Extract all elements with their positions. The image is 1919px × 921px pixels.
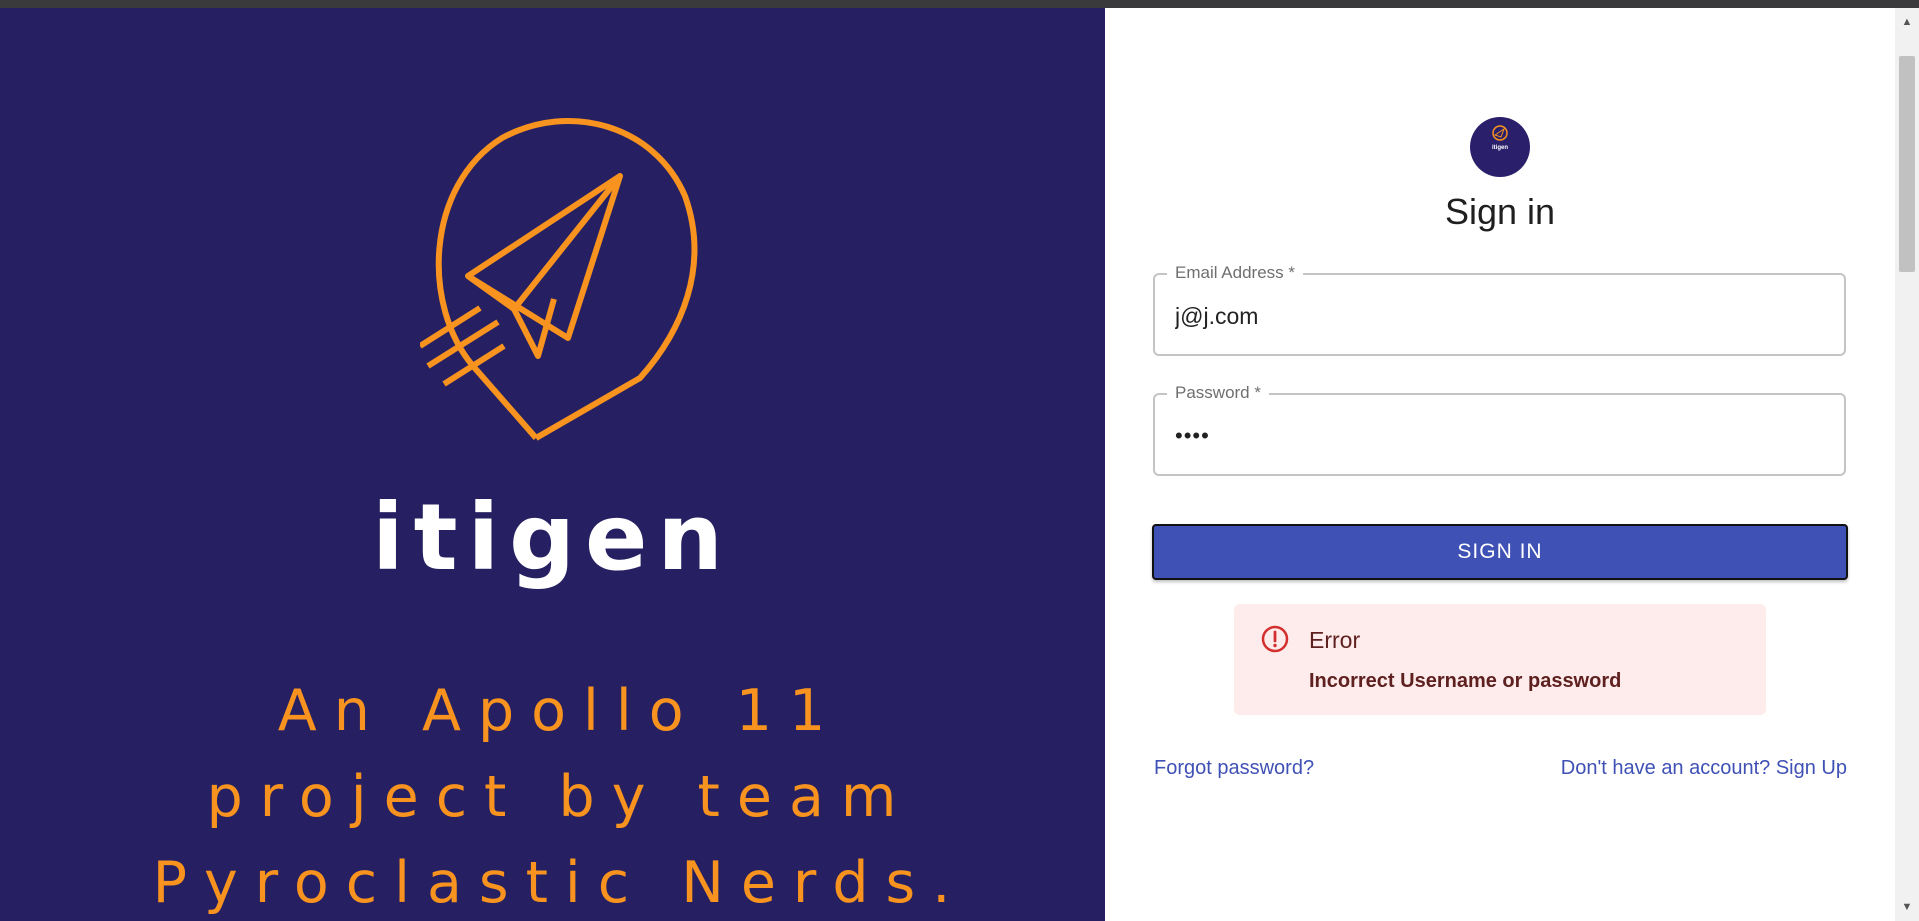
password-field-label: Password *	[1167, 381, 1269, 405]
error-outline-icon	[1261, 625, 1289, 653]
brand-tagline: An Apollo 11 project by team Pyroclastic…	[152, 678, 968, 916]
scroll-up-arrow-icon[interactable]: ▲	[1895, 10, 1919, 34]
email-field-label: Email Address *	[1167, 261, 1303, 285]
scroll-down-arrow-icon[interactable]: ▼	[1895, 895, 1919, 919]
browser-top-bar	[0, 0, 1919, 8]
sign-up-link[interactable]: Don't have an account? Sign Up	[1561, 755, 1847, 781]
error-alert: Error Incorrect Username or password	[1234, 604, 1766, 715]
alert-title: Error	[1309, 627, 1361, 653]
forgot-password-link[interactable]: Forgot password?	[1154, 755, 1314, 781]
avatar-label: itigen	[1492, 145, 1508, 151]
password-input[interactable]: ••••	[1175, 421, 1815, 451]
alert-message: Incorrect Username or password	[1309, 670, 1622, 692]
sign-in-button[interactable]: SIGN IN	[1152, 524, 1848, 580]
password-field[interactable]: Password * ••••	[1153, 381, 1846, 476]
location-pin-paper-plane-icon	[420, 117, 698, 441]
brand-name: itigen	[372, 484, 733, 591]
brand-hero-panel: itigen An Apollo 11 project by team Pyro…	[0, 8, 1105, 921]
email-field[interactable]: Email Address *	[1153, 261, 1846, 356]
email-input[interactable]	[1175, 301, 1815, 331]
scrollbar-thumb[interactable]	[1899, 56, 1915, 272]
avatar: itigen	[1470, 117, 1530, 177]
page-title: Sign in	[1444, 191, 1556, 232]
scrollbar[interactable]: ▲ ▼	[1895, 8, 1919, 921]
